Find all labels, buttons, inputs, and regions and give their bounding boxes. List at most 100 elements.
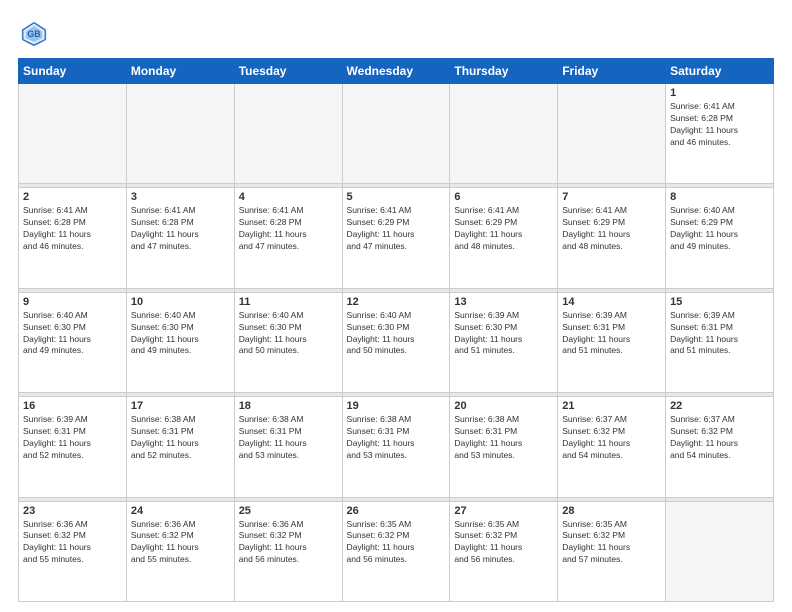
calendar-week-3: 9 Sunrise: 6:40 AM Sunset: 6:30 PM Daylig… — [19, 292, 774, 392]
calendar-header-thursday: Thursday — [450, 59, 558, 84]
day-info: Sunrise: 6:37 AM Sunset: 6:32 PM Dayligh… — [670, 414, 769, 462]
calendar-day: 21 Sunrise: 6:37 AM Sunset: 6:32 PM Dayli… — [558, 397, 666, 497]
day-number: 28 — [562, 505, 661, 517]
calendar-day: 20 Sunrise: 6:38 AM Sunset: 6:31 PM Dayli… — [450, 397, 558, 497]
page: GB SundayMondayTuesdayWednesdayThursdayF… — [0, 0, 792, 612]
svg-text:GB: GB — [27, 29, 40, 39]
day-number: 11 — [239, 296, 338, 308]
calendar-day: 17 Sunrise: 6:38 AM Sunset: 6:31 PM Dayli… — [126, 397, 234, 497]
calendar-header-friday: Friday — [558, 59, 666, 84]
day-number: 13 — [454, 296, 553, 308]
day-info: Sunrise: 6:41 AM Sunset: 6:28 PM Dayligh… — [23, 205, 122, 253]
day-number: 21 — [562, 400, 661, 412]
calendar-day: 11 Sunrise: 6:40 AM Sunset: 6:30 PM Dayli… — [234, 292, 342, 392]
calendar-week-2: 2 Sunrise: 6:41 AM Sunset: 6:28 PM Daylig… — [19, 188, 774, 288]
calendar-header-wednesday: Wednesday — [342, 59, 450, 84]
day-number: 12 — [347, 296, 446, 308]
day-info: Sunrise: 6:38 AM Sunset: 6:31 PM Dayligh… — [131, 414, 230, 462]
calendar-header-sunday: Sunday — [19, 59, 127, 84]
calendar-day: 22Sunrise: 6:37 AM Sunset: 6:32 PM Dayli… — [666, 397, 774, 497]
day-info: Sunrise: 6:36 AM Sunset: 6:32 PM Dayligh… — [23, 519, 122, 567]
day-number: 15 — [670, 296, 769, 308]
day-number: 10 — [131, 296, 230, 308]
day-info: Sunrise: 6:35 AM Sunset: 6:32 PM Dayligh… — [347, 519, 446, 567]
day-info: Sunrise: 6:35 AM Sunset: 6:32 PM Dayligh… — [562, 519, 661, 567]
calendar-header-monday: Monday — [126, 59, 234, 84]
day-number: 3 — [131, 191, 230, 203]
day-number: 18 — [239, 400, 338, 412]
calendar-week-4: 16 Sunrise: 6:39 AM Sunset: 6:31 PM Dayli… — [19, 397, 774, 497]
calendar-day: 12 Sunrise: 6:40 AM Sunset: 6:30 PM Dayli… — [342, 292, 450, 392]
calendar-day — [450, 84, 558, 184]
day-info: Sunrise: 6:41 AM Sunset: 6:28 PM Dayligh… — [670, 101, 769, 149]
calendar-week-1: 1 Sunrise: 6:41 AM Sunset: 6:28 PM Daylig… — [19, 84, 774, 184]
day-number: 14 — [562, 296, 661, 308]
day-info: Sunrise: 6:35 AM Sunset: 6:32 PM Dayligh… — [454, 519, 553, 567]
calendar-day: 9 Sunrise: 6:40 AM Sunset: 6:30 PM Daylig… — [19, 292, 127, 392]
calendar-day — [19, 84, 127, 184]
calendar-day: 7 Sunrise: 6:41 AM Sunset: 6:29 PM Daylig… — [558, 188, 666, 288]
day-info: Sunrise: 6:36 AM Sunset: 6:32 PM Dayligh… — [239, 519, 338, 567]
day-number: 7 — [562, 191, 661, 203]
day-info: Sunrise: 6:41 AM Sunset: 6:29 PM Dayligh… — [347, 205, 446, 253]
calendar-day: 23Sunrise: 6:36 AM Sunset: 6:32 PM Dayli… — [19, 501, 127, 601]
calendar-day: 25 Sunrise: 6:36 AM Sunset: 6:32 PM Dayli… — [234, 501, 342, 601]
day-number: 16 — [23, 400, 122, 412]
calendar-table: SundayMondayTuesdayWednesdayThursdayFrid… — [18, 58, 774, 602]
calendar-day: 24 Sunrise: 6:36 AM Sunset: 6:32 PM Dayli… — [126, 501, 234, 601]
day-info: Sunrise: 6:39 AM Sunset: 6:30 PM Dayligh… — [454, 310, 553, 358]
calendar-day: 4 Sunrise: 6:41 AM Sunset: 6:28 PM Daylig… — [234, 188, 342, 288]
day-info: Sunrise: 6:39 AM Sunset: 6:31 PM Dayligh… — [670, 310, 769, 358]
day-info: Sunrise: 6:36 AM Sunset: 6:32 PM Dayligh… — [131, 519, 230, 567]
calendar-day: 27 Sunrise: 6:35 AM Sunset: 6:32 PM Dayli… — [450, 501, 558, 601]
day-number: 25 — [239, 505, 338, 517]
day-info: Sunrise: 6:40 AM Sunset: 6:30 PM Dayligh… — [347, 310, 446, 358]
day-info: Sunrise: 6:41 AM Sunset: 6:28 PM Dayligh… — [239, 205, 338, 253]
calendar-week-5: 23Sunrise: 6:36 AM Sunset: 6:32 PM Dayli… — [19, 501, 774, 601]
day-number: 20 — [454, 400, 553, 412]
calendar-header-row: SundayMondayTuesdayWednesdayThursdayFrid… — [19, 59, 774, 84]
day-number: 8 — [670, 191, 769, 203]
calendar-day — [342, 84, 450, 184]
logo: GB — [18, 18, 54, 50]
day-number: 26 — [347, 505, 446, 517]
day-number: 6 — [454, 191, 553, 203]
calendar-header-tuesday: Tuesday — [234, 59, 342, 84]
day-info: Sunrise: 6:38 AM Sunset: 6:31 PM Dayligh… — [239, 414, 338, 462]
day-number: 2 — [23, 191, 122, 203]
calendar-day: 3 Sunrise: 6:41 AM Sunset: 6:28 PM Daylig… — [126, 188, 234, 288]
day-info: Sunrise: 6:40 AM Sunset: 6:30 PM Dayligh… — [239, 310, 338, 358]
day-number: 24 — [131, 505, 230, 517]
day-number: 9 — [23, 296, 122, 308]
day-number: 17 — [131, 400, 230, 412]
calendar-day: 15 Sunrise: 6:39 AM Sunset: 6:31 PM Dayli… — [666, 292, 774, 392]
calendar-day: 13 Sunrise: 6:39 AM Sunset: 6:30 PM Dayli… — [450, 292, 558, 392]
calendar-day: 26 Sunrise: 6:35 AM Sunset: 6:32 PM Dayli… — [342, 501, 450, 601]
day-number: 1 — [670, 87, 769, 99]
day-number: 4 — [239, 191, 338, 203]
day-info: Sunrise: 6:38 AM Sunset: 6:31 PM Dayligh… — [347, 414, 446, 462]
day-info: Sunrise: 6:41 AM Sunset: 6:29 PM Dayligh… — [562, 205, 661, 253]
day-number: 27 — [454, 505, 553, 517]
calendar-day: 1 Sunrise: 6:41 AM Sunset: 6:28 PM Daylig… — [666, 84, 774, 184]
day-info: Sunrise: 6:38 AM Sunset: 6:31 PM Dayligh… — [454, 414, 553, 462]
calendar-day: 28 Sunrise: 6:35 AM Sunset: 6:32 PM Dayli… — [558, 501, 666, 601]
calendar-day — [558, 84, 666, 184]
calendar-day: 16 Sunrise: 6:39 AM Sunset: 6:31 PM Dayli… — [19, 397, 127, 497]
day-info: Sunrise: 6:40 AM Sunset: 6:30 PM Dayligh… — [23, 310, 122, 358]
day-info: Sunrise: 6:39 AM Sunset: 6:31 PM Dayligh… — [23, 414, 122, 462]
calendar-day: 14 Sunrise: 6:39 AM Sunset: 6:31 PM Dayli… — [558, 292, 666, 392]
calendar-day: 2 Sunrise: 6:41 AM Sunset: 6:28 PM Daylig… — [19, 188, 127, 288]
calendar-day — [234, 84, 342, 184]
day-info: Sunrise: 6:37 AM Sunset: 6:32 PM Dayligh… — [562, 414, 661, 462]
calendar-day: 5 Sunrise: 6:41 AM Sunset: 6:29 PM Daylig… — [342, 188, 450, 288]
calendar-day: 8Sunrise: 6:40 AM Sunset: 6:29 PM Daylig… — [666, 188, 774, 288]
calendar-day: 10 Sunrise: 6:40 AM Sunset: 6:30 PM Dayli… — [126, 292, 234, 392]
header: GB — [18, 18, 774, 50]
day-info: Sunrise: 6:41 AM Sunset: 6:28 PM Dayligh… — [131, 205, 230, 253]
calendar-day — [666, 501, 774, 601]
day-info: Sunrise: 6:40 AM Sunset: 6:30 PM Dayligh… — [131, 310, 230, 358]
day-info: Sunrise: 6:39 AM Sunset: 6:31 PM Dayligh… — [562, 310, 661, 358]
calendar-day: 19Sunrise: 6:38 AM Sunset: 6:31 PM Dayli… — [342, 397, 450, 497]
day-number: 5 — [347, 191, 446, 203]
